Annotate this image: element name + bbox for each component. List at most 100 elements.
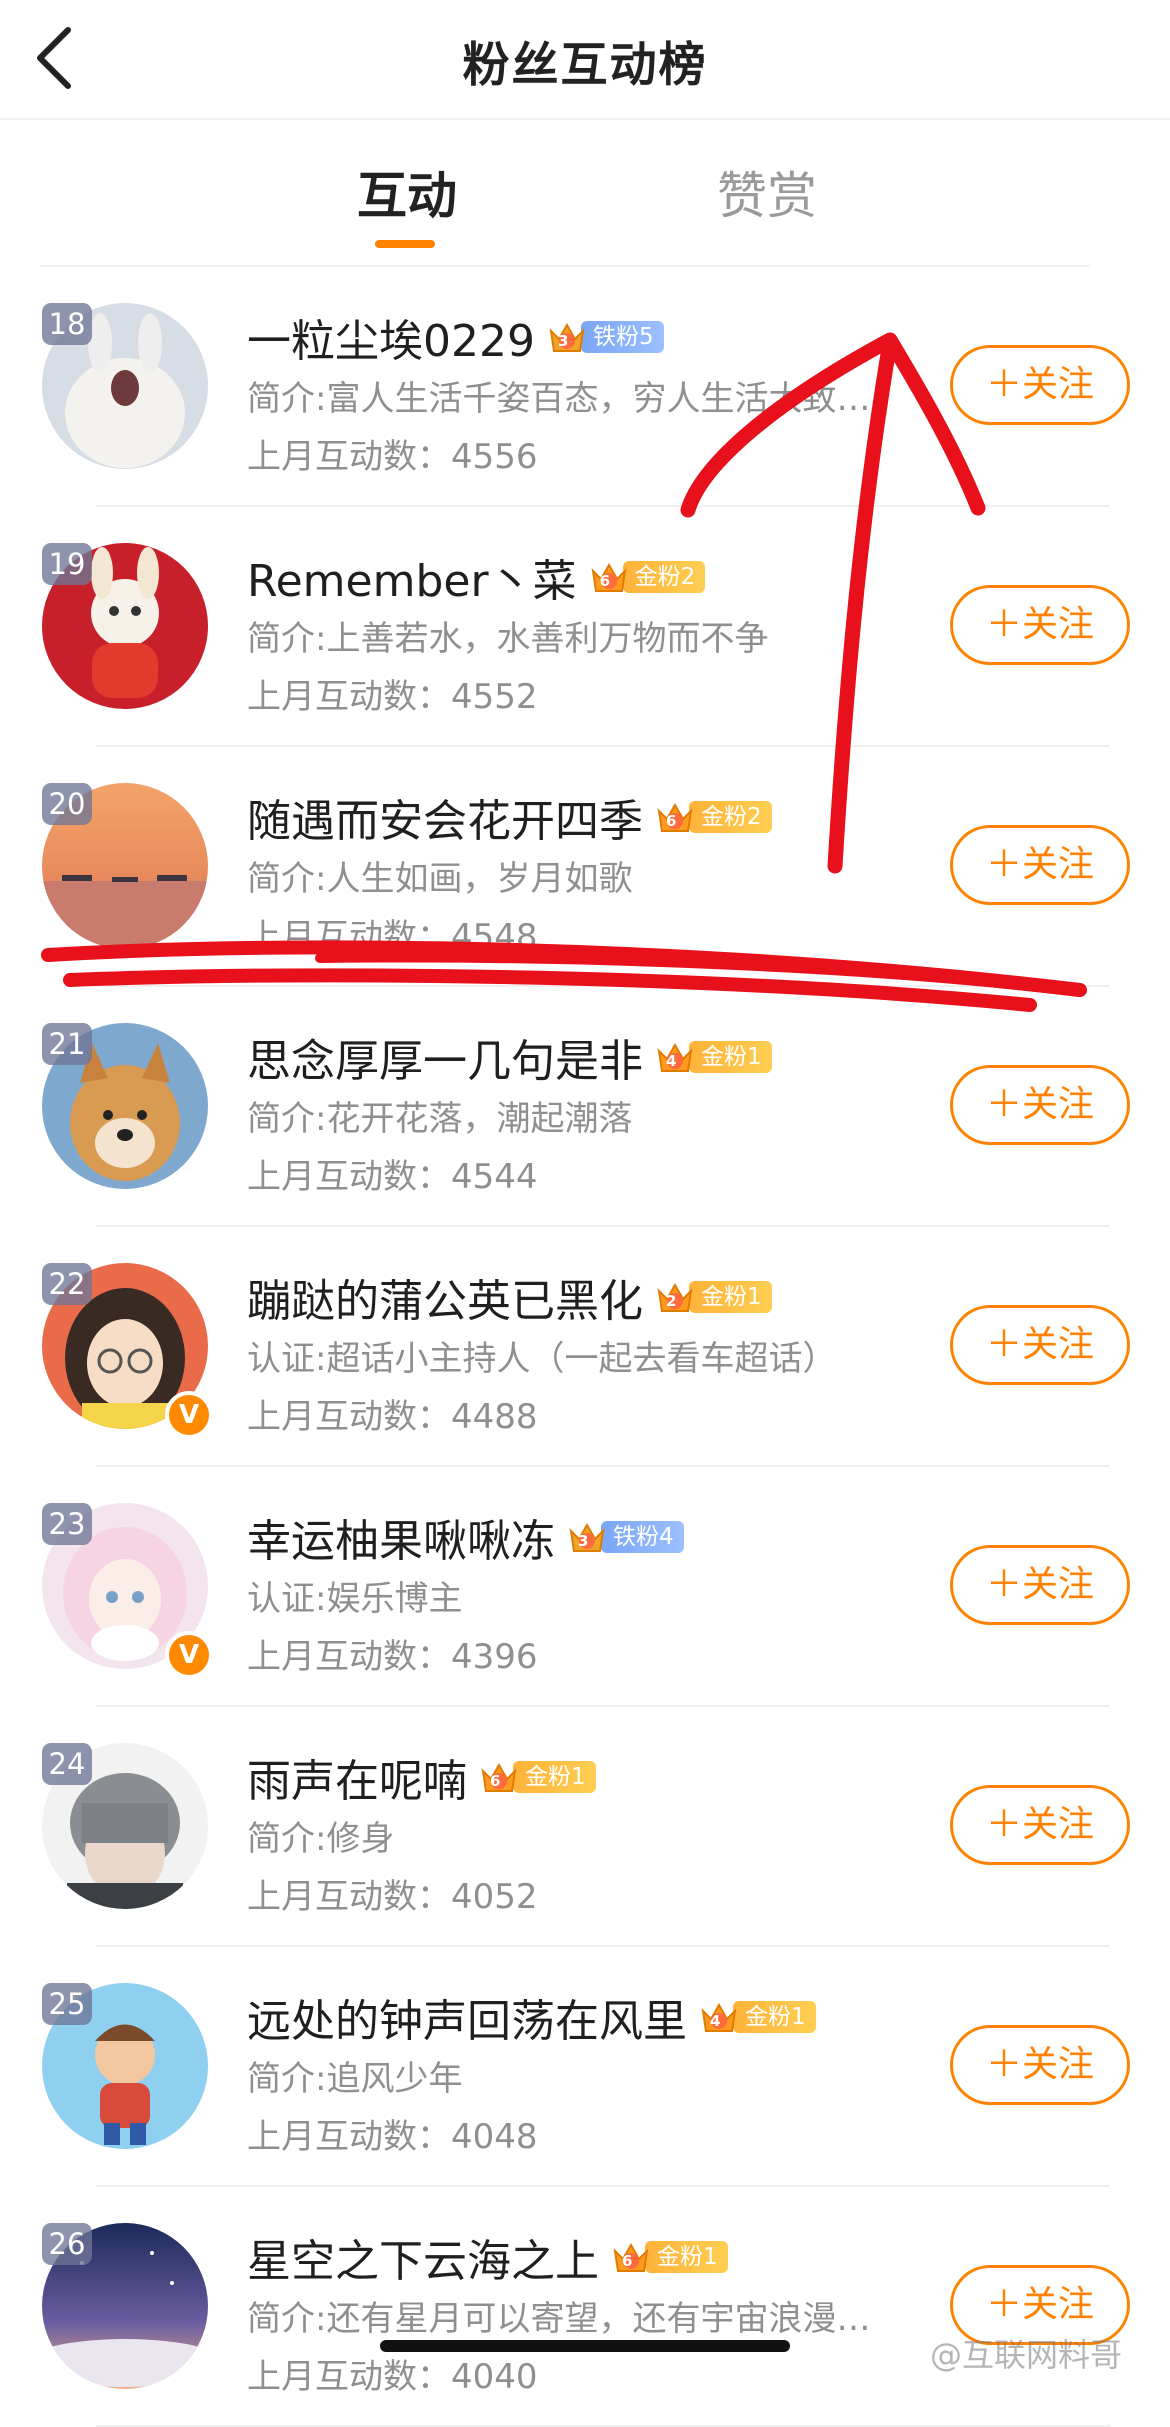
- follow-button[interactable]: ＋关注: [950, 345, 1130, 425]
- follow-button[interactable]: ＋关注: [950, 1065, 1130, 1145]
- fan-level: 6: [490, 1772, 501, 1790]
- fan-badge: 4 金粉1: [699, 1999, 816, 2035]
- watermark: @互联网料哥: [930, 2336, 1123, 2374]
- fan-row-25[interactable]: 25 远处的钟声回荡在风里 4 金粉1 简介:追风少年上月互动数：4048 ＋关注: [0, 1947, 1170, 2187]
- username[interactable]: Remember丶菜: [247, 545, 577, 609]
- fan-level: 6: [622, 2252, 633, 2270]
- count-value: 4552: [451, 677, 538, 717]
- bio-text: 简介:花开花落，潮起潮落: [247, 1099, 633, 1139]
- bio-text: 简介:富人生活千姿百态，穷人生活大致…: [247, 379, 871, 419]
- fan-badge: 3 铁粉5: [547, 319, 664, 355]
- username-line: 幸运柚果啾啾冻 3 铁粉4: [247, 1505, 684, 1569]
- username-line: 思念厚厚一几句是非 4 金粉1: [247, 1025, 772, 1089]
- active-tab-indicator: [375, 240, 435, 248]
- interaction-count: 上月互动数：4048: [247, 2109, 538, 2158]
- bio-text: 认证:娱乐博主: [247, 1579, 463, 1619]
- fan-row-22[interactable]: 22 V 蹦跶的蒲公英已黑化 2 金粉1 认证:超话小主持人（一起去看车超话） 上月互动数：…: [0, 1227, 1170, 1467]
- count-label: 上月互动数：: [247, 917, 451, 957]
- count-label: 上月互动数：: [247, 1637, 451, 1677]
- count-label: 上月互动数：: [247, 2117, 451, 2157]
- interaction-count: 上月互动数：4544: [247, 1149, 538, 1198]
- fan-row-21[interactable]: 21 思念厚厚一几句是非 4 金粉1 简介:花开花落，潮起潮落 上月互动数：4544 ＋关注: [0, 987, 1170, 1227]
- fan-row-18[interactable]: 18 一粒尘埃0229 3 铁粉5 简介:富人生活千姿百态，穷人生活大致… 上月互动数：4…: [0, 267, 1170, 507]
- fan-row-23[interactable]: 23 V 幸运柚果啾啾冻 3 铁粉4 认证:娱乐博主 上月互动数：4396 ＋关注: [0, 1467, 1170, 1707]
- username[interactable]: 远处的钟声回荡在风里: [247, 1985, 687, 2049]
- username[interactable]: 蹦跶的蒲公英已黑化: [247, 1265, 643, 1329]
- username-line: 一粒尘埃0229 3 铁粉5: [247, 305, 664, 369]
- crown-icon: 6: [589, 557, 629, 597]
- count-label: 上月互动数：: [247, 1397, 451, 1437]
- count-label: 上月互动数：: [247, 677, 451, 717]
- fan-badge: 3 铁粉4: [567, 1519, 684, 1555]
- fan-badge: 6 金粉1: [611, 2239, 728, 2275]
- username-line: 随遇而安会花开四季 6 金粉2: [247, 785, 772, 849]
- fan-badge: 6 金粉2: [589, 559, 706, 595]
- fan-badge: 6 金粉1: [479, 1759, 596, 1795]
- count-value: 4396: [451, 1637, 538, 1677]
- crown-icon: 6: [655, 797, 695, 837]
- crown-icon: 3: [547, 317, 587, 357]
- count-label: 上月互动数：: [247, 437, 451, 477]
- fan-badge-label: 金粉1: [689, 1041, 772, 1073]
- interaction-count: 上月互动数：4040: [247, 2349, 538, 2398]
- nav-bar: 粉丝互动榜: [0, 0, 1170, 120]
- verified-icon: V: [165, 1631, 213, 1679]
- username[interactable]: 幸运柚果啾啾冻: [247, 1505, 555, 1569]
- username-line: 蹦跶的蒲公英已黑化 2 金粉1: [247, 1265, 772, 1329]
- follow-button[interactable]: ＋关注: [950, 1305, 1130, 1385]
- crown-icon: 3: [567, 1517, 607, 1557]
- interaction-count: 上月互动数：4552: [247, 669, 538, 718]
- username-line: 雨声在呢喃 6 金粉1: [247, 1745, 596, 1809]
- username-line: 远处的钟声回荡在风里 4 金粉1: [247, 1985, 816, 2049]
- count-label: 上月互动数：: [247, 2357, 451, 2397]
- tab-interaction[interactable]: 互动: [357, 156, 457, 228]
- rank-badge: 22: [42, 1263, 92, 1305]
- username[interactable]: 雨声在呢喃: [247, 1745, 467, 1809]
- count-label: 上月互动数：: [247, 1877, 451, 1917]
- fan-row-20[interactable]: 20 随遇而安会花开四季 6 金粉2 简介:人生如画，岁月如歌 上月互动数：4548 ＋关注: [0, 747, 1170, 987]
- username-line: Remember丶菜 6 金粉2: [247, 545, 706, 609]
- interaction-count: 上月互动数：4548: [247, 909, 538, 958]
- username[interactable]: 一粒尘埃0229: [247, 305, 535, 369]
- fan-row-26[interactable]: 26 星空之下云海之上 6 金粉1 简介:还有星月可以寄望，还有宇宙浪漫… 上月互动数：4…: [0, 2187, 1170, 2427]
- fan-badge-label: 金粉1: [689, 1281, 772, 1313]
- crown-icon: 6: [611, 2237, 651, 2277]
- count-value: 4040: [451, 2357, 538, 2397]
- username[interactable]: 思念厚厚一几句是非: [247, 1025, 643, 1089]
- fan-badge-label: 金粉1: [733, 2001, 816, 2033]
- rank-badge: 26: [42, 2223, 92, 2265]
- fan-row-24[interactable]: 24 雨声在呢喃 6 金粉1 简介:修身 上月互动数：4052 ＋关注: [0, 1707, 1170, 1947]
- rank-badge: 25: [42, 1983, 92, 2025]
- follow-button[interactable]: ＋关注: [950, 1785, 1130, 1865]
- rank-badge: 18: [42, 303, 92, 345]
- fan-level: 3: [578, 1532, 589, 1550]
- fan-badge: 2 金粉1: [655, 1279, 772, 1315]
- count-value: 4556: [451, 437, 538, 477]
- count-value: 4544: [451, 1157, 538, 1197]
- fan-row-19[interactable]: 19 Remember丶菜 6 金粉2 简介:上善若水，水善利万物而不争 上月互动数：45…: [0, 507, 1170, 747]
- page-title: 粉丝互动榜: [462, 38, 708, 93]
- username[interactable]: 随遇而安会花开四季: [247, 785, 643, 849]
- rank-badge: 19: [42, 543, 92, 585]
- interaction-count: 上月互动数：4396: [247, 1629, 538, 1678]
- fan-badge: 4 金粉1: [655, 1039, 772, 1075]
- crown-icon: 2: [655, 1277, 695, 1317]
- follow-button[interactable]: ＋关注: [950, 585, 1130, 665]
- interaction-count: 上月互动数：4488: [247, 1389, 538, 1438]
- fan-list: 18 一粒尘埃0229 3 铁粉5 简介:富人生活千姿百态，穷人生活大致… 上月互动数：4…: [0, 267, 1170, 2427]
- bio-text: 认证:超话小主持人（一起去看车超话）: [247, 1339, 837, 1379]
- follow-button[interactable]: ＋关注: [950, 2025, 1130, 2105]
- rank-badge: 24: [42, 1743, 92, 1785]
- username[interactable]: 星空之下云海之上: [247, 2225, 599, 2289]
- interaction-count: 上月互动数：4556: [247, 429, 538, 478]
- crown-icon: 6: [479, 1757, 519, 1797]
- bio-text: 简介:人生如画，岁月如歌: [247, 859, 633, 899]
- follow-button[interactable]: ＋关注: [950, 1545, 1130, 1625]
- fan-badge: 6 金粉2: [655, 799, 772, 835]
- count-value: 4548: [451, 917, 538, 957]
- tab-reward[interactable]: 赞赏: [717, 156, 817, 228]
- follow-button[interactable]: ＋关注: [950, 825, 1130, 905]
- fan-level: 2: [666, 1292, 677, 1310]
- bio-text: 简介:追风少年: [247, 2059, 463, 2099]
- fan-badge-label: 铁粉5: [580, 321, 664, 353]
